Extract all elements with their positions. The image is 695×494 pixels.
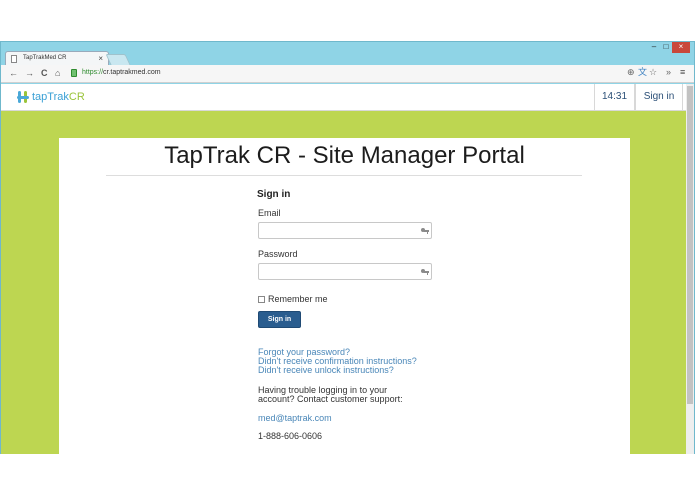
browser-toolbar: ← → C ⌂ https://cr.taptrakmed.com ⊕ 文 ☆ … (1, 65, 694, 83)
browser-tab[interactable]: TapTrakMed CR × (5, 51, 109, 65)
extensions-overflow-icon[interactable]: » (666, 67, 671, 78)
clock-display: 14:31 (594, 84, 635, 111)
logo-text: tapTrakCR (32, 91, 85, 103)
lock-icon (71, 69, 77, 77)
new-tab-button[interactable] (105, 54, 131, 65)
site-navbar: tapTrakCR 14:31 Sign in (1, 84, 686, 111)
title-divider (106, 175, 582, 176)
address-bar[interactable]: https://cr.taptrakmed.com (69, 68, 664, 80)
browser-window: TapTrakMed CR × ‒ □ × ← → C ⌂ https://cr… (0, 41, 695, 454)
password-field[interactable] (258, 263, 432, 280)
tab-title: TapTrakMed CR (23, 55, 67, 61)
remember-me-checkbox[interactable] (258, 295, 265, 303)
close-window-icon[interactable]: × (672, 42, 690, 53)
back-icon[interactable]: ← (9, 68, 18, 79)
support-text-line2: account? Contact customer support: (258, 394, 403, 404)
autofill-key-icon[interactable] (421, 227, 429, 235)
remember-me-label[interactable]: Remember me (268, 294, 328, 304)
maximize-icon[interactable]: □ (660, 42, 672, 53)
page-scrollbar[interactable] (686, 84, 694, 454)
nav-signin-link[interactable]: Sign in (635, 84, 683, 111)
page-title: TapTrak CR - Site Manager Portal (164, 142, 525, 169)
password-label: Password (258, 249, 298, 259)
email-label: Email (258, 208, 281, 218)
window-controls: ‒ □ × (648, 42, 690, 53)
unlock-instructions-link[interactable]: Didn't receive unlock instructions? (258, 366, 394, 375)
remember-me-row: Remember me (258, 294, 328, 304)
page-viewport: tapTrakCR 14:31 Sign in TapTrak CR - Sit… (1, 84, 694, 454)
logo-mark-icon (17, 91, 29, 103)
forward-icon[interactable]: → (25, 68, 34, 79)
email-field[interactable] (258, 222, 432, 239)
login-panel: TapTrak CR - Site Manager Portal Sign in… (59, 138, 630, 454)
scrollbar-thumb[interactable] (687, 86, 693, 404)
support-email-link[interactable]: med@taptrak.com (258, 414, 332, 423)
bookmark-star-icon[interactable]: ☆ (649, 67, 657, 78)
url-text: https://cr.taptrakmed.com (82, 69, 161, 76)
menu-icon[interactable]: ≡ (680, 67, 685, 78)
home-icon[interactable]: ⌂ (55, 68, 60, 79)
taptrak-logo[interactable]: tapTrakCR (17, 91, 85, 103)
signin-heading: Sign in (257, 189, 291, 200)
autofill-key-icon[interactable] (421, 268, 429, 276)
page-icon (11, 55, 17, 63)
minimize-icon[interactable]: ‒ (648, 42, 660, 53)
reload-icon[interactable]: C (41, 68, 48, 79)
translate-icon[interactable]: 文 (638, 67, 647, 78)
support-phone: 1-888-606-0606 (258, 431, 323, 441)
zoom-icon[interactable]: ⊕ (627, 67, 635, 78)
signin-submit-button[interactable]: Sign in (258, 311, 301, 328)
tab-close-icon[interactable]: × (98, 54, 103, 63)
